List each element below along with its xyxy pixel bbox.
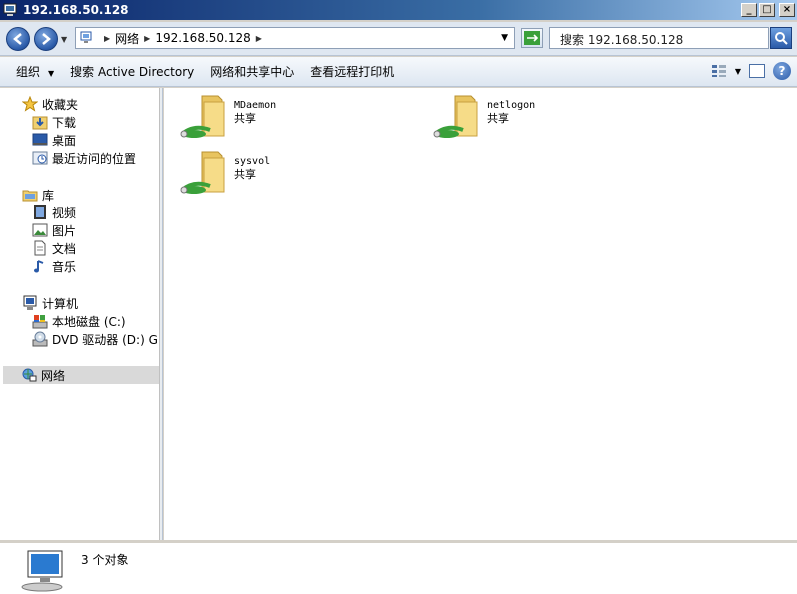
item-count: 3 个对象 [81, 553, 129, 567]
nav-computer-label: 计算机 [42, 296, 79, 311]
video-icon [34, 205, 46, 219]
nav-network[interactable]: 网络 [3, 366, 159, 384]
list-item[interactable]: MDaemon 共享 [180, 94, 276, 142]
file-name: MDaemon [234, 100, 277, 111]
list-item[interactable]: netlogon 共享 [433, 94, 535, 142]
nav-music-label: 音乐 [52, 259, 77, 274]
nav-local-disk-c-label: 本地磁盘 (C:) [52, 314, 126, 329]
nav-computer[interactable]: 计算机 [22, 294, 78, 312]
dvd-drive-icon [32, 331, 48, 347]
nav-videos[interactable]: 视频 [32, 203, 76, 221]
nav-desktop[interactable]: 桌面 [32, 131, 76, 149]
details-pane: 3 个对象 [0, 540, 797, 594]
breadcrumb-separator-icon[interactable]: ▶ [104, 34, 110, 43]
nav-pictures-label: 图片 [52, 223, 77, 238]
close-button[interactable]: × [779, 3, 795, 17]
arrow-right-icon [42, 33, 51, 45]
document-icon [34, 240, 46, 256]
nav-libraries[interactable]: 库 [22, 186, 54, 204]
shared-folder-icon [180, 151, 225, 194]
maximize-button[interactable]: □ [759, 3, 775, 17]
search-active-directory-button[interactable]: 搜索 Active Directory [62, 63, 202, 80]
organize-menu[interactable]: 组织 ▼ [0, 63, 62, 80]
file-type: 共享 [487, 112, 509, 125]
nav-favorites[interactable]: 收藏夹 [22, 95, 78, 113]
nav-downloads-label: 下载 [52, 115, 77, 130]
history-dropdown[interactable]: ▼ [61, 35, 67, 44]
navigation-pane: 收藏夹 下载 桌面 最近访问的位置 库 视频 图片 文档 音乐 计算机 本地磁盘… [0, 88, 160, 540]
shared-folder-icon [180, 95, 225, 138]
nav-local-disk-c[interactable]: 本地磁盘 (C:) [32, 312, 126, 330]
command-bar: 组织 ▼ 搜索 Active Directory 网络和共享中心 查看远程打印机 … [0, 57, 797, 87]
file-type: 共享 [234, 112, 256, 125]
picture-icon [32, 223, 48, 237]
nav-videos-label: 视频 [52, 205, 77, 220]
breadcrumb-network[interactable]: 网络 [115, 30, 139, 47]
refresh-button[interactable] [521, 28, 543, 48]
breadcrumb-separator-icon[interactable]: ▶ [256, 34, 262, 43]
nav-documents-label: 文档 [52, 241, 77, 256]
network-computer-large-icon [21, 550, 63, 592]
nav-recent-places[interactable]: 最近访问的位置 [32, 149, 136, 167]
desktop-icon [32, 133, 48, 146]
address-row: ▼ ▶ 网络 ▶ 192.168.50.128 ▶ ▼ 搜索 192.168.5… [0, 22, 797, 56]
hard-drive-icon [32, 315, 48, 329]
minimize-button[interactable]: _ [741, 3, 757, 17]
arrow-left-icon [13, 33, 22, 45]
nav-libraries-label: 库 [42, 188, 55, 203]
network-sharing-center-button[interactable]: 网络和共享中心 [202, 63, 302, 80]
computer-icon [23, 295, 37, 310]
change-view-icon[interactable] [711, 64, 727, 78]
file-name: sysvol [234, 156, 271, 167]
nav-dvd-drive-d[interactable]: DVD 驱动器 (D:) GF [32, 330, 160, 348]
chevron-down-icon: ▼ [48, 69, 55, 78]
back-button[interactable] [6, 27, 30, 51]
library-icon [22, 190, 38, 202]
nav-recent-places-label: 最近访问的位置 [52, 151, 137, 166]
view-remote-printers-button[interactable]: 查看远程打印机 [302, 63, 402, 80]
nav-favorites-label: 收藏夹 [42, 97, 79, 112]
refresh-icon [524, 31, 540, 45]
nav-desktop-label: 桌面 [52, 133, 77, 148]
nav-network-label: 网络 [41, 368, 66, 383]
search-icon [775, 32, 788, 45]
organize-label: 组织 [16, 65, 41, 79]
breadcrumb-separator-icon[interactable]: ▶ [144, 34, 150, 43]
network-computer-icon [3, 3, 19, 17]
help-icon[interactable]: ? [773, 62, 791, 80]
search-input[interactable]: 搜索 192.168.50.128 [549, 27, 769, 49]
star-icon [22, 96, 38, 112]
search-button[interactable] [770, 27, 792, 49]
pane-splitter[interactable] [160, 88, 163, 540]
recent-places-icon [32, 151, 48, 165]
forward-button[interactable] [34, 27, 58, 51]
window-title: 192.168.50.128 [23, 3, 129, 17]
nav-dvd-drive-d-label: DVD 驱动器 (D:) GF [52, 332, 160, 347]
nav-pictures[interactable]: 图片 [32, 221, 76, 239]
file-name: netlogon [487, 100, 536, 111]
file-list: MDaemon 共享 netlogon 共享 sysvol 共享 [164, 88, 797, 540]
title-bar: 192.168.50.128 _ □ × [0, 0, 797, 20]
music-icon [34, 260, 44, 273]
list-item[interactable]: sysvol 共享 [180, 150, 270, 198]
address-dropdown-icon[interactable]: ▼ [501, 33, 508, 43]
network-location-icon [80, 31, 92, 43]
file-type: 共享 [234, 168, 256, 181]
shared-folder-icon [433, 95, 478, 138]
download-folder-icon [32, 116, 48, 130]
network-icon [22, 368, 37, 382]
preview-pane-icon[interactable] [749, 64, 765, 78]
nav-music[interactable]: 音乐 [32, 257, 76, 275]
view-options-dropdown-icon[interactable]: ▼ [735, 67, 741, 76]
nav-downloads[interactable]: 下载 [32, 113, 76, 131]
breadcrumb-host[interactable]: 192.168.50.128 [155, 31, 250, 45]
nav-documents[interactable]: 文档 [32, 239, 76, 257]
address-bar[interactable]: ▶ 网络 ▶ 192.168.50.128 ▶ ▼ [75, 27, 515, 49]
